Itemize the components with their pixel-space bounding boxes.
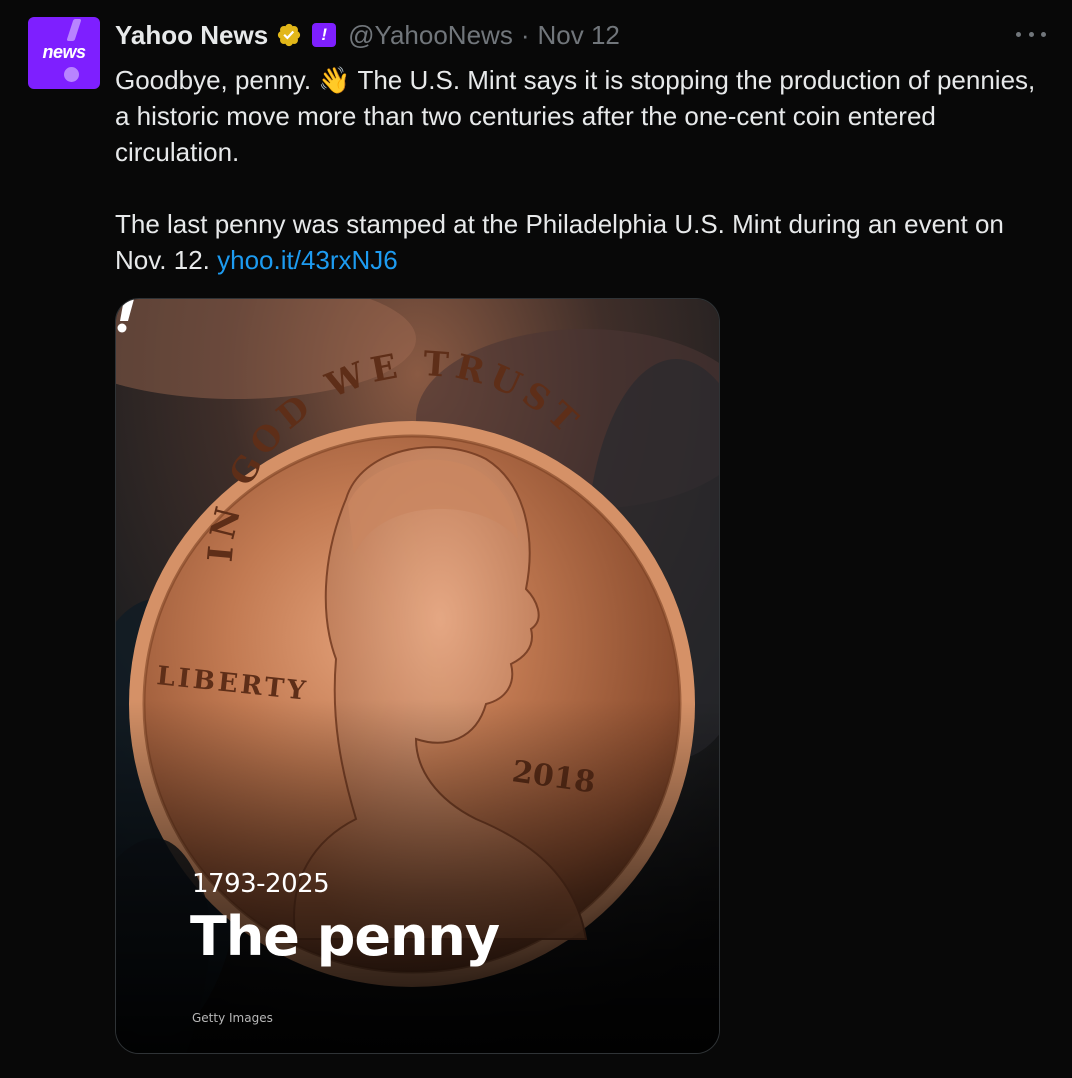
paragraph-1-start: Goodbye, penny. [115,65,319,95]
avatar-slash-shape [66,19,82,41]
tweet-header: Yahoo News ! @YahooNews · Nov 12 [115,17,620,53]
avatar[interactable]: news [28,17,100,89]
post-date[interactable]: Nov 12 [538,20,620,51]
separator: · [520,19,530,50]
display-name[interactable]: Yahoo News [115,20,268,51]
avatar-label: news [42,42,86,62]
waving-hand-icon: 👋 [318,65,351,95]
photo-credit: Getty Images [192,1011,273,1025]
verified-badge-icon[interactable] [276,22,302,48]
overlay-years: 1793-2025 [192,869,330,899]
dot [1041,31,1046,37]
dot [1028,31,1034,37]
handle[interactable]: @YahooNews [348,20,513,51]
overlay-title: The penny [190,905,500,968]
avatar-dot-shape [64,67,79,82]
tweet-text: Goodbye, penny. 👋 The U.S. Mint says it … [115,62,1045,278]
media-card[interactable]: IN GOD WE TRUST LIBERTY 2018 1793-2025 T… [115,298,720,1054]
affiliation-badge[interactable]: ! [312,23,337,47]
dot [1016,31,1021,37]
tweet-paragraph-1: Goodbye, penny. 👋 The U.S. Mint says it … [115,62,1045,170]
more-options-icon[interactable] [1016,20,1046,48]
tweet-paragraph-2: The last penny was stamped at the Philad… [115,206,1045,278]
yahoo-exclamation-icon [117,299,134,333]
article-link[interactable]: yhoo.it/43rxNJ6 [217,245,398,275]
